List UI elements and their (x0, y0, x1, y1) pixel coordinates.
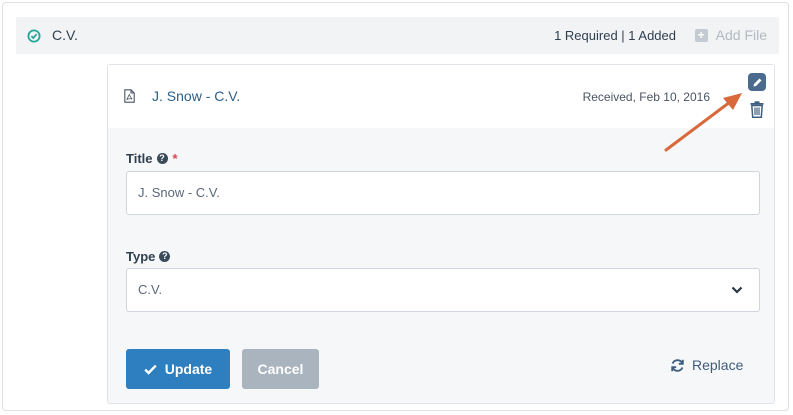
title-input[interactable]: J. Snow - C.V. (126, 171, 760, 215)
update-label: Update (164, 361, 213, 377)
file-row: J. Snow - C.V. Received, Feb 10, 2016 (108, 65, 774, 128)
cancel-button[interactable]: Cancel (242, 349, 319, 389)
section-title: C.V. (52, 27, 78, 43)
pencil-icon[interactable] (748, 73, 766, 91)
file-card: J. Snow - C.V. Received, Feb 10, 2016 Ti… (107, 64, 775, 404)
check-icon (144, 364, 157, 375)
file-name-link[interactable]: J. Snow - C.V. (152, 88, 240, 104)
plus-square-icon: + (694, 28, 708, 42)
received-date: Received, Feb 10, 2016 (582, 90, 710, 104)
help-circle-icon[interactable]: ? (159, 251, 171, 262)
add-file-label: Add File (715, 27, 767, 43)
check-circle-icon (27, 29, 41, 43)
update-button[interactable]: Update (126, 349, 230, 389)
type-label: Type (126, 249, 156, 264)
chevron-down-icon (731, 286, 743, 294)
title-label: Title (126, 151, 153, 166)
section-header: C.V. 1 Required | 1 Added + Add File (16, 17, 779, 54)
required-marker: * (172, 151, 178, 166)
title-label-group: Title ? * (126, 151, 178, 166)
trash-icon[interactable] (750, 101, 764, 118)
replace-label: Replace (692, 357, 744, 373)
replace-button[interactable]: Replace (670, 357, 743, 373)
refresh-icon (671, 358, 684, 372)
type-select[interactable]: C.V. (126, 268, 760, 312)
file-pdf-icon (124, 89, 135, 103)
type-label-group: Type ? (126, 249, 171, 264)
cancel-label: Cancel (257, 361, 304, 377)
help-circle-icon[interactable]: ? (156, 153, 168, 164)
add-file-button[interactable]: + Add File (694, 27, 767, 43)
document-panel: C.V. 1 Required | 1 Added + Add File J. … (2, 2, 789, 411)
type-select-value: C.V. (138, 282, 163, 297)
requirement-status: 1 Required | 1 Added (554, 28, 676, 43)
